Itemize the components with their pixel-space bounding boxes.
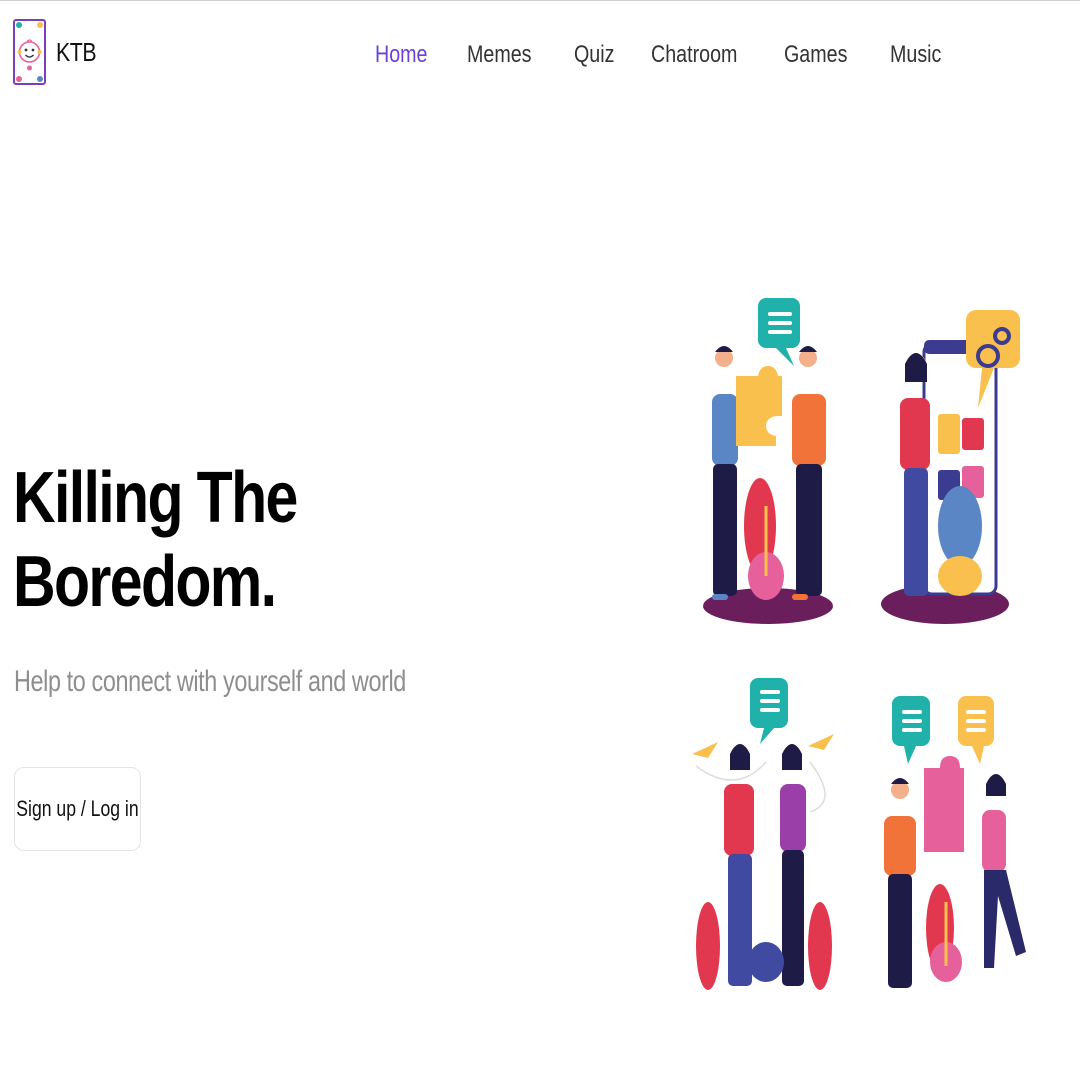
hero-title-line-1: Killing The — [13, 458, 298, 538]
navbar: KTB Home Memes Quiz Chatroom Games Music — [0, 1, 1080, 111]
hero-subtitle: Help to connect with yourself and world — [14, 665, 406, 698]
nav-link-music[interactable]: Music — [890, 41, 941, 70]
nav-link-home[interactable]: Home — [375, 41, 428, 70]
hero-title-line-2: Boredom. — [13, 542, 277, 623]
nav-link-games[interactable]: Games — [784, 41, 847, 70]
main-nav: Home Memes Quiz Chatroom Games Music — [375, 41, 980, 70]
brand-name: KTB — [56, 37, 97, 67]
landing-page: KTB Home Memes Quiz Chatroom Games Music… — [0, 0, 1080, 1080]
nav-link-quiz[interactable]: Quiz — [574, 41, 614, 70]
nav-link-memes[interactable]: Memes — [467, 41, 532, 70]
scene-woman-phone — [881, 310, 1020, 624]
scene-men-puzzle — [703, 298, 833, 624]
scene-women-paperplanes — [692, 678, 834, 990]
signup-login-button[interactable]: Sign up / Log in — [14, 767, 141, 851]
baby-face-logo-icon — [13, 19, 46, 85]
scene-pink-puzzle — [884, 696, 1026, 988]
nav-link-chatroom[interactable]: Chatroom — [651, 41, 737, 70]
people-collaboration-illustration-icon — [680, 286, 1060, 1006]
brand-home-link[interactable]: KTB — [13, 19, 105, 85]
hero-title: Killing The Boredom. — [13, 456, 298, 624]
signup-login-label: Sign up / Log in — [16, 796, 139, 821]
